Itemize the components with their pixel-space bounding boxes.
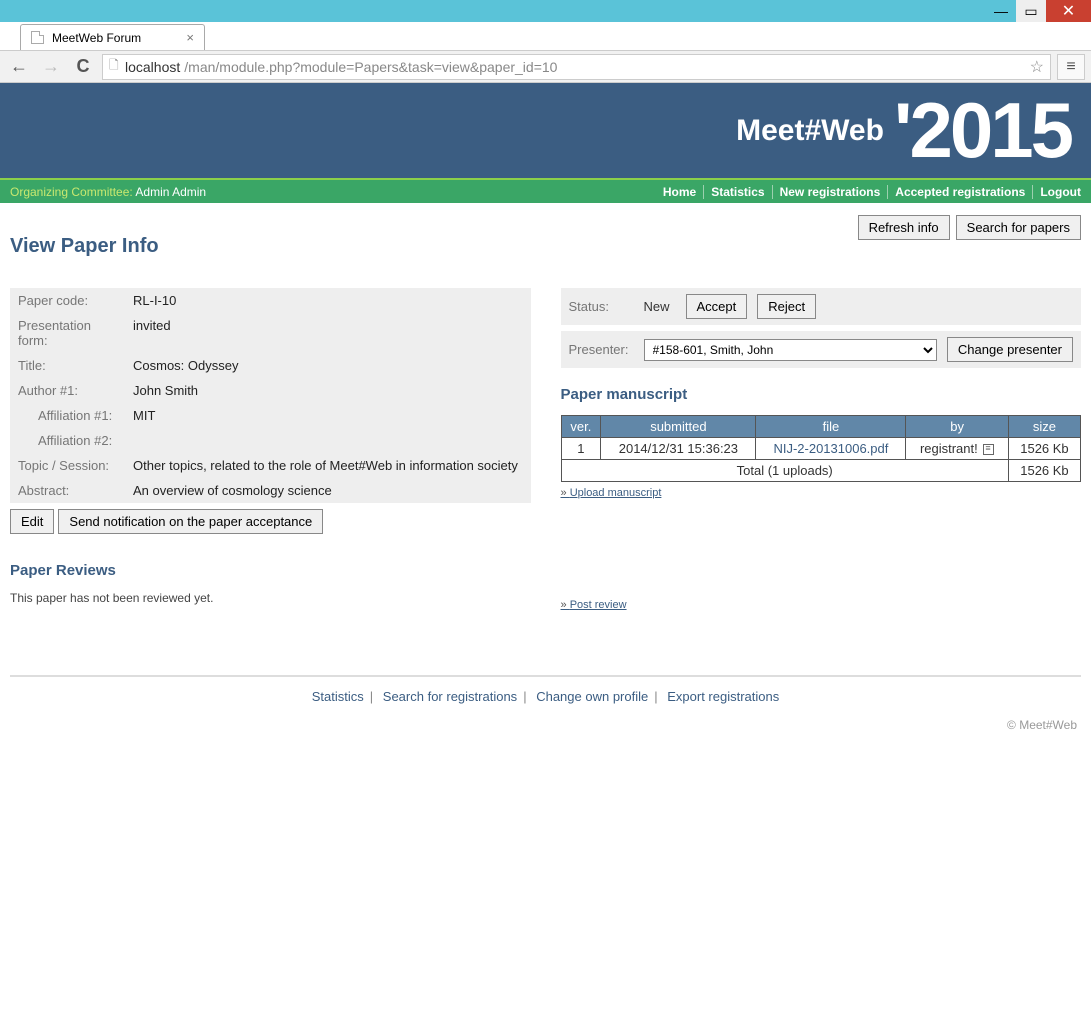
manuscript-total-row: Total (1 uploads) 1526 Kb — [561, 460, 1081, 482]
post-review-link[interactable]: Post review — [561, 599, 627, 611]
abstract-value: An overview of cosmology science — [125, 478, 531, 503]
nav-accepted-registrations[interactable]: Accepted registrations — [888, 185, 1033, 199]
copyright: © Meet#Web — [10, 718, 1081, 732]
cell-by: registrant! — [906, 438, 1009, 460]
banner-brand: Meet#Web — [736, 114, 884, 148]
committee-user: Admin Admin — [133, 185, 206, 199]
manuscript-row: 1 2014/12/31 15:36:23 NIJ-2-20131006.pdf… — [561, 438, 1081, 460]
url-host: localhost — [125, 59, 180, 75]
total-label: Total (1 uploads) — [561, 460, 1008, 482]
refresh-info-button[interactable]: Refresh info — [858, 215, 950, 240]
manuscript-table: ver. submitted file by size 1 2014/12/31… — [561, 415, 1082, 482]
window-close-button[interactable]: ✕ — [1046, 0, 1091, 22]
edit-button[interactable]: Edit — [10, 509, 54, 534]
status-row: Status: New Accept Reject — [561, 288, 1082, 325]
browser-tabstrip: MeetWeb Forum × — [0, 22, 1091, 50]
footer-statistics[interactable]: Statistics — [312, 689, 364, 704]
send-notification-button[interactable]: Send notification on the paper acceptanc… — [58, 509, 323, 534]
col-submitted: submitted — [601, 416, 756, 438]
reject-button[interactable]: Reject — [757, 294, 816, 319]
presenter-row: Presenter: #158-601, Smith, John Change … — [561, 331, 1082, 368]
paper-code-value: RL-I-10 — [125, 288, 531, 313]
committee-info: Organizing Committee: Admin Admin — [10, 185, 206, 199]
presentation-form-label: Presentation form: — [10, 313, 125, 353]
affiliation1-value: MIT — [125, 403, 531, 428]
url-path: /man/module.php?module=Papers&task=view&… — [184, 59, 557, 75]
footer-divider — [10, 675, 1081, 677]
upload-manuscript-link[interactable]: Upload manuscript — [561, 487, 662, 499]
nav-bar: Organizing Committee: Admin Admin Home S… — [0, 178, 1091, 203]
nav-home[interactable]: Home — [656, 185, 704, 199]
tab-title: MeetWeb Forum — [52, 31, 141, 45]
reviews-title: Paper Reviews — [10, 562, 531, 579]
nav-logout[interactable]: Logout — [1033, 185, 1081, 199]
presenter-label: Presenter: — [569, 342, 634, 357]
abstract-label: Abstract: — [10, 478, 125, 503]
col-size: size — [1008, 416, 1080, 438]
site-banner: Meet#Web '2015 — [0, 83, 1091, 178]
cell-ver: 1 — [561, 438, 601, 460]
committee-label: Organizing Committee: — [10, 185, 133, 199]
status-value: New — [644, 299, 670, 314]
browser-toolbar: ← → C 🗋 localhost/man/module.php?module=… — [0, 50, 1091, 83]
change-presenter-button[interactable]: Change presenter — [947, 337, 1073, 362]
manuscript-title: Paper manuscript — [561, 386, 1082, 403]
browser-tab[interactable]: MeetWeb Forum × — [20, 24, 205, 50]
topic-label: Topic / Session: — [10, 453, 125, 478]
paper-info-table: Paper code:RL-I-10 Presentation form:inv… — [10, 288, 531, 503]
maximize-button[interactable]: ▭ — [1016, 0, 1046, 22]
col-by: by — [906, 416, 1009, 438]
col-file: file — [756, 416, 906, 438]
back-button[interactable]: ← — [6, 54, 32, 80]
topic-value: Other topics, related to the role of Mee… — [125, 453, 531, 478]
status-label: Status: — [569, 299, 634, 314]
footer-search-registrations[interactable]: Search for registrations — [383, 689, 517, 704]
nav-new-registrations[interactable]: New registrations — [773, 185, 889, 199]
accept-button[interactable]: Accept — [686, 294, 748, 319]
reload-button[interactable]: C — [70, 54, 96, 80]
search-papers-button[interactable]: Search for papers — [956, 215, 1081, 240]
affiliation1-label: Affiliation #1: — [10, 403, 125, 428]
author-label: Author #1: — [10, 378, 125, 403]
author-value: John Smith — [125, 378, 531, 403]
forward-button[interactable]: → — [38, 54, 64, 80]
title-value: Cosmos: Odyssey — [125, 353, 531, 378]
affiliation2-label: Affiliation #2: — [10, 428, 125, 453]
footer-export-registrations[interactable]: Export registrations — [667, 689, 779, 704]
cell-submitted: 2014/12/31 15:36:23 — [601, 438, 756, 460]
minimize-button[interactable]: — — [986, 0, 1016, 22]
presentation-form-value: invited — [125, 313, 531, 353]
presenter-select[interactable]: #158-601, Smith, John — [644, 339, 937, 361]
site-icon: 🗋 — [109, 56, 121, 77]
footer-links: Statistics| Search for registrations| Ch… — [10, 689, 1081, 704]
browser-menu-button[interactable]: ≡ — [1057, 54, 1085, 80]
no-reviews-text: This paper has not been reviewed yet. — [10, 591, 531, 605]
cell-size: 1526 Kb — [1008, 438, 1080, 460]
page-icon — [31, 31, 44, 44]
nav-statistics[interactable]: Statistics — [704, 185, 772, 199]
tab-close-icon[interactable]: × — [186, 30, 194, 45]
col-ver: ver. — [561, 416, 601, 438]
title-label: Title: — [10, 353, 125, 378]
address-bar[interactable]: 🗋 localhost/man/module.php?module=Papers… — [102, 54, 1051, 80]
bookmark-star-icon[interactable]: ☆ — [1030, 57, 1044, 77]
paper-code-label: Paper code: — [10, 288, 125, 313]
banner-year: '2015 — [894, 85, 1071, 176]
cell-file[interactable]: NIJ-2-20131006.pdf — [756, 438, 906, 460]
footer-change-profile[interactable]: Change own profile — [536, 689, 648, 704]
total-size: 1526 Kb — [1008, 460, 1080, 482]
affiliation2-value — [125, 428, 531, 453]
window-titlebar: — ▭ ✕ — [0, 0, 1091, 22]
detail-icon[interactable] — [983, 444, 994, 455]
